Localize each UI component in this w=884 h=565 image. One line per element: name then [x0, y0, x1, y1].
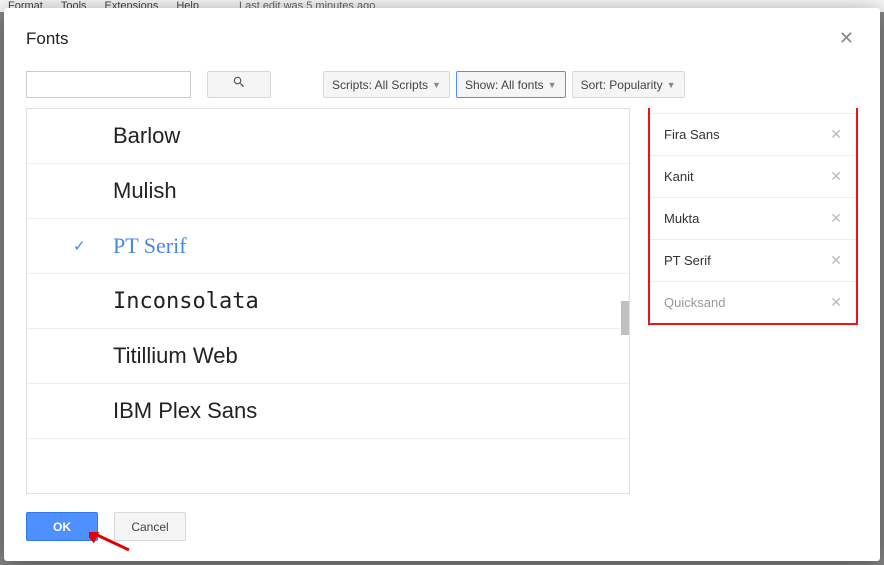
my-font-row[interactable]: PT Serif ✕ [650, 239, 856, 281]
filter-label: Sort: Popularity [581, 78, 663, 92]
font-row-mulish[interactable]: Mulish [27, 164, 629, 219]
sort-filter[interactable]: Sort: Popularity ▼ [572, 71, 685, 98]
chevron-down-icon: ▼ [667, 80, 676, 90]
remove-icon[interactable]: ✕ [830, 294, 842, 311]
my-font-row[interactable]: Kanit ✕ [650, 155, 856, 197]
dialog-footer: OK Cancel [4, 494, 880, 561]
font-row-inconsolata[interactable]: Inconsolata [27, 274, 629, 329]
toolbar: Scripts: All Scripts ▼ Show: All fonts ▼… [4, 65, 880, 108]
chevron-down-icon: ▼ [548, 80, 557, 90]
fonts-dialog: Fonts ✕ Scripts: All Scripts ▼ Show: All… [4, 8, 880, 561]
scrollbar-thumb[interactable] [621, 301, 629, 335]
font-name: Titillium Web [113, 343, 238, 369]
dialog-body: ✓ Quicksand Barlow Mulish ✓ PT Serif Inc… [4, 108, 880, 494]
font-row-titillium[interactable]: Titillium Web [27, 329, 629, 384]
show-filter[interactable]: Show: All fonts ▼ [456, 71, 566, 98]
chevron-down-icon: ▼ [432, 80, 441, 90]
filter-label: Show: All fonts [465, 78, 544, 92]
search-button[interactable] [207, 71, 271, 98]
my-font-row[interactable]: Quicksand ✕ [650, 281, 856, 323]
check-icon: ✓ [73, 237, 86, 255]
font-row-barlow[interactable]: Barlow [27, 109, 629, 164]
ok-button[interactable]: OK [26, 512, 98, 541]
remove-icon[interactable]: ✕ [830, 210, 842, 227]
font-name: Inconsolata [113, 289, 259, 314]
font-name: Mulish [113, 178, 177, 204]
my-font-name: PT Serif [664, 253, 711, 268]
dialog-title: Fonts [26, 29, 69, 49]
my-font-name: Quicksand [664, 295, 725, 310]
my-font-row[interactable]: Mukta ✕ [650, 197, 856, 239]
font-name: Barlow [113, 123, 180, 149]
filter-label: Scripts: All Scripts [332, 78, 428, 92]
search-input[interactable] [26, 71, 191, 98]
remove-icon[interactable]: ✕ [830, 168, 842, 185]
remove-icon[interactable]: ✕ [830, 252, 842, 269]
filter-group: Scripts: All Scripts ▼ Show: All fonts ▼… [323, 71, 685, 98]
my-font-name: Kanit [664, 169, 694, 184]
search-icon [232, 75, 246, 94]
my-font-name: Fira Sans [664, 127, 720, 142]
close-icon[interactable]: ✕ [835, 28, 858, 49]
my-font-name: Mukta [664, 211, 699, 226]
cancel-button[interactable]: Cancel [114, 512, 186, 541]
remove-icon[interactable]: ✕ [830, 126, 842, 143]
scripts-filter[interactable]: Scripts: All Scripts ▼ [323, 71, 450, 98]
my-font-row[interactable]: Fira Sans ✕ [650, 113, 856, 155]
font-row-ibmplex[interactable]: IBM Plex Sans [27, 384, 629, 439]
font-list[interactable]: ✓ Quicksand Barlow Mulish ✓ PT Serif Inc… [26, 108, 630, 494]
dialog-header: Fonts ✕ [4, 8, 880, 65]
font-name: PT Serif [113, 233, 187, 259]
my-fonts-panel: My fonts Fira Sans ✕ Kanit ✕ Mukta ✕ PT … [648, 108, 858, 325]
font-row-ptserif[interactable]: ✓ PT Serif [27, 219, 629, 274]
font-name: IBM Plex Sans [113, 398, 257, 424]
